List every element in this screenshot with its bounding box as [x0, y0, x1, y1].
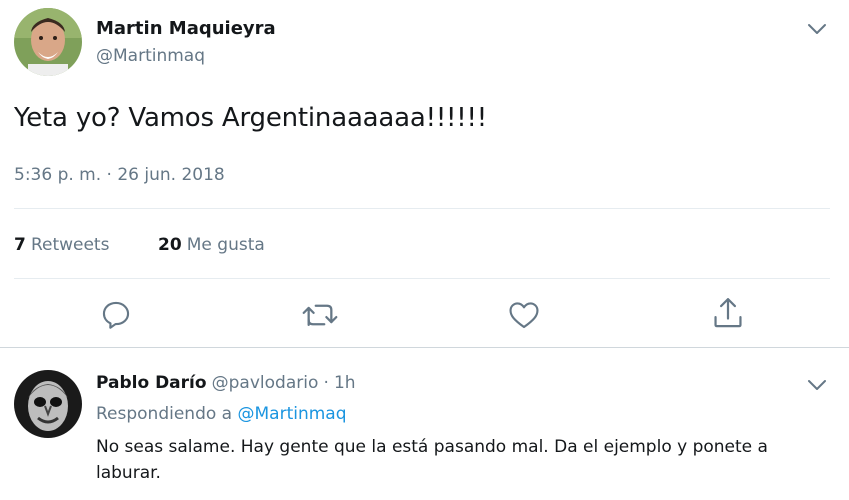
chevron-down-icon[interactable] [806, 18, 828, 40]
likes-label: Me gusta [186, 235, 265, 255]
divider [14, 208, 830, 209]
reply-icon [102, 301, 130, 329]
replying-prefix: Respondiendo a [96, 404, 233, 424]
reply-text-line: laburar. [96, 463, 161, 483]
divider [14, 278, 830, 279]
meta-separator: · [323, 373, 329, 393]
replying-handle-link[interactable]: @Martinmaq [238, 404, 347, 424]
likes-count: 20 [158, 235, 182, 255]
retweets-label: Retweets [30, 235, 110, 255]
retweet-icon [302, 304, 338, 327]
likes-stat[interactable]: 20 Me gusta [158, 235, 265, 255]
section-divider [0, 347, 849, 348]
author-avatar[interactable] [14, 8, 82, 76]
replying-to: Respondiendo a @Martinmaq [96, 404, 347, 424]
reply-author-name[interactable]: Pablo Darío [96, 373, 207, 393]
share-button[interactable] [708, 293, 748, 333]
reply-author-avatar[interactable] [14, 370, 82, 438]
reply-text: No seas salame. Hay gente que la está pa… [96, 434, 836, 486]
retweet-button[interactable] [300, 295, 340, 335]
retweets-count: 7 [14, 235, 26, 255]
tweet-timestamp[interactable]: 5:36 p. m. · 26 jun. 2018 [14, 165, 225, 185]
author-handle[interactable]: @Martinmaq [96, 46, 205, 66]
like-button[interactable] [504, 295, 544, 335]
reply-author-handle[interactable]: @pavlodario [212, 373, 319, 393]
reply-text-line: No seas salame. Hay gente que la está pa… [96, 437, 768, 457]
reply-age[interactable]: 1h [334, 373, 356, 393]
share-icon [714, 298, 742, 328]
author-name[interactable]: Martin Maquieyra [96, 18, 276, 39]
like-icon [509, 302, 539, 329]
retweets-stat[interactable]: 7 Retweets [14, 235, 109, 255]
reply-button[interactable] [96, 295, 136, 335]
tweet-text: Yeta yo? Vamos Argentinaaaaaa!!!!!! [14, 103, 487, 133]
reply-header: Pablo Darío @pavlodario · 1h [96, 373, 356, 393]
chevron-down-icon[interactable] [806, 374, 828, 396]
